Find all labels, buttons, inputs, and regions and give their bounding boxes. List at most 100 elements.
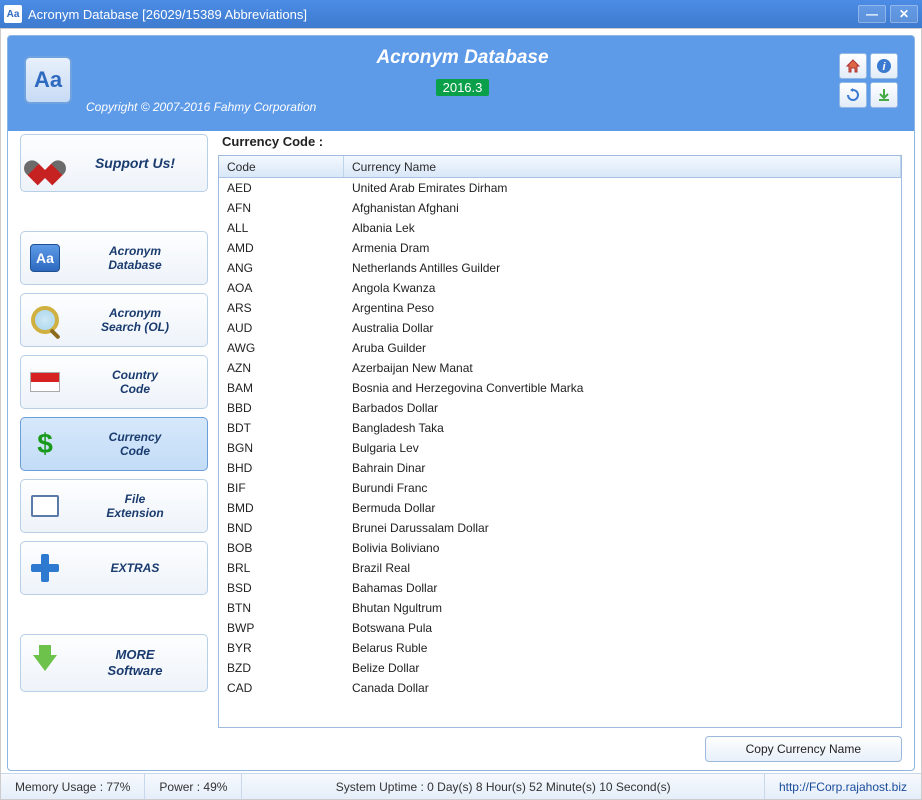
table-row[interactable]: BSDBahamas Dollar <box>219 578 901 598</box>
table-row[interactable]: AOAAngola Kwanza <box>219 278 901 298</box>
cell-name: Bulgaria Lev <box>344 441 901 455</box>
more-software-button[interactable]: MORE Software <box>20 634 208 692</box>
sidebar-item-file-extension[interactable]: File Extension <box>20 479 208 533</box>
table-row[interactable]: BDTBangladesh Taka <box>219 418 901 438</box>
window-title: Acronym Database [26029/15389 Abbreviati… <box>28 7 858 22</box>
download-button[interactable] <box>870 82 898 108</box>
status-url[interactable]: http://FCorp.rajahost.biz <box>765 774 921 799</box>
cell-code: BYR <box>219 641 344 655</box>
cell-code: ARS <box>219 301 344 315</box>
info-button[interactable]: i <box>870 53 898 79</box>
table-row[interactable]: BIFBurundi Franc <box>219 478 901 498</box>
status-bar: Memory Usage : 77% Power : 49% System Up… <box>1 773 921 799</box>
table-row[interactable]: BHDBahrain Dinar <box>219 458 901 478</box>
table-row[interactable]: BBDBarbados Dollar <box>219 398 901 418</box>
table-row[interactable]: BWPBotswana Pula <box>219 618 901 638</box>
cell-name: Armenia Dram <box>344 241 901 255</box>
cell-name: Bhutan Ngultrum <box>344 601 901 615</box>
sidebar-item-extras[interactable]: EXTRAS <box>20 541 208 595</box>
table-row[interactable]: BZDBelize Dollar <box>219 658 901 678</box>
cell-code: BRL <box>219 561 344 575</box>
table-row[interactable]: ANGNetherlands Antilles Guilder <box>219 258 901 278</box>
table-row[interactable]: ARSArgentina Peso <box>219 298 901 318</box>
cell-code: AUD <box>219 321 344 335</box>
table-row[interactable]: AZNAzerbaijan New Manat <box>219 358 901 378</box>
cell-code: BZD <box>219 661 344 675</box>
cell-name: Belize Dollar <box>344 661 901 675</box>
table-row[interactable]: BGNBulgaria Lev <box>219 438 901 458</box>
titlebar: Aa Acronym Database [26029/15389 Abbrevi… <box>0 0 922 28</box>
cell-code: AED <box>219 181 344 195</box>
app-icon: Aa <box>4 5 22 23</box>
cell-name: Albania Lek <box>344 221 901 235</box>
minimize-button[interactable]: — <box>858 5 886 23</box>
cell-code: AZN <box>219 361 344 375</box>
cell-name: Barbados Dollar <box>344 401 901 415</box>
cell-code: BHD <box>219 461 344 475</box>
sidebar-item-acronym-db[interactable]: Aa Acronym Database <box>20 231 208 285</box>
cell-code: BIF <box>219 481 344 495</box>
cell-code: BBD <box>219 401 344 415</box>
sidebar: Support Us! Aa Acronym Database Acronym … <box>20 134 208 762</box>
cell-code: BGN <box>219 441 344 455</box>
cell-code: BSD <box>219 581 344 595</box>
copyright-text: Copyright © 2007-2016 Fahmy Corporation <box>86 100 839 114</box>
app-logo-icon: Aa <box>24 56 72 104</box>
col-header-name[interactable]: Currency Name <box>344 156 901 177</box>
table-row[interactable]: BNDBrunei Darussalam Dollar <box>219 518 901 538</box>
cell-name: Brazil Real <box>344 561 901 575</box>
file-icon <box>31 495 59 517</box>
table-row[interactable]: AMDArmenia Dram <box>219 238 901 258</box>
table-row[interactable]: AWGAruba Guilder <box>219 338 901 358</box>
table-row[interactable]: BTNBhutan Ngultrum <box>219 598 901 618</box>
table-row[interactable]: CADCanada Dollar <box>219 678 901 698</box>
sidebar-item-country-code[interactable]: Country Code <box>20 355 208 409</box>
cell-name: Bosnia and Herzegovina Convertible Marka <box>344 381 901 395</box>
cell-code: BWP <box>219 621 344 635</box>
table-row[interactable]: AFNAfghanistan Afghani <box>219 198 901 218</box>
status-power: Power : 49% <box>145 774 242 799</box>
cell-code: BDT <box>219 421 344 435</box>
support-us-button[interactable]: Support Us! <box>20 134 208 192</box>
cell-code: ALL <box>219 221 344 235</box>
cell-code: BTN <box>219 601 344 615</box>
cell-name: Afghanistan Afghani <box>344 201 901 215</box>
status-uptime: System Uptime : 0 Day(s) 8 Hour(s) 52 Mi… <box>242 774 765 799</box>
app-header: Aa Acronym Database 2016.3 Copyright © 2… <box>8 36 914 124</box>
cell-name: Australia Dollar <box>344 321 901 335</box>
cell-code: AWG <box>219 341 344 355</box>
magnifier-icon <box>31 306 59 334</box>
sidebar-item-acronym-search[interactable]: Acronym Search (OL) <box>20 293 208 347</box>
cell-code: AFN <box>219 201 344 215</box>
cell-code: BND <box>219 521 344 535</box>
dollar-icon: $ <box>33 429 57 459</box>
table-row[interactable]: ALLAlbania Lek <box>219 218 901 238</box>
table-header: Code Currency Name <box>219 156 901 178</box>
home-button[interactable] <box>839 53 867 79</box>
cell-code: ANG <box>219 261 344 275</box>
cell-code: CAD <box>219 681 344 695</box>
col-header-code[interactable]: Code <box>219 156 344 177</box>
cell-name: Brunei Darussalam Dollar <box>344 521 901 535</box>
table-row[interactable]: AEDUnited Arab Emirates Dirham <box>219 178 901 198</box>
table-row[interactable]: AUDAustralia Dollar <box>219 318 901 338</box>
copy-currency-name-button[interactable]: Copy Currency Name <box>705 736 902 762</box>
cell-name: Botswana Pula <box>344 621 901 635</box>
cell-name: Belarus Ruble <box>344 641 901 655</box>
cell-name: Bermuda Dollar <box>344 501 901 515</box>
cell-name: Bahamas Dollar <box>344 581 901 595</box>
table-row[interactable]: BAMBosnia and Herzegovina Convertible Ma… <box>219 378 901 398</box>
cell-code: AOA <box>219 281 344 295</box>
close-button[interactable]: ✕ <box>890 5 918 23</box>
cell-name: Aruba Guilder <box>344 341 901 355</box>
arrow-down-icon <box>33 655 57 671</box>
refresh-button[interactable] <box>839 82 867 108</box>
table-row[interactable]: BYRBelarus Ruble <box>219 638 901 658</box>
cell-name: Netherlands Antilles Guilder <box>344 261 901 275</box>
table-row[interactable]: BMDBermuda Dollar <box>219 498 901 518</box>
table-row[interactable]: BRLBrazil Real <box>219 558 901 578</box>
table-body[interactable]: AEDUnited Arab Emirates DirhamAFNAfghani… <box>219 178 901 727</box>
flag-icon <box>30 372 60 392</box>
sidebar-item-currency-code[interactable]: $ Currency Code <box>20 417 208 471</box>
table-row[interactable]: BOBBolivia Boliviano <box>219 538 901 558</box>
